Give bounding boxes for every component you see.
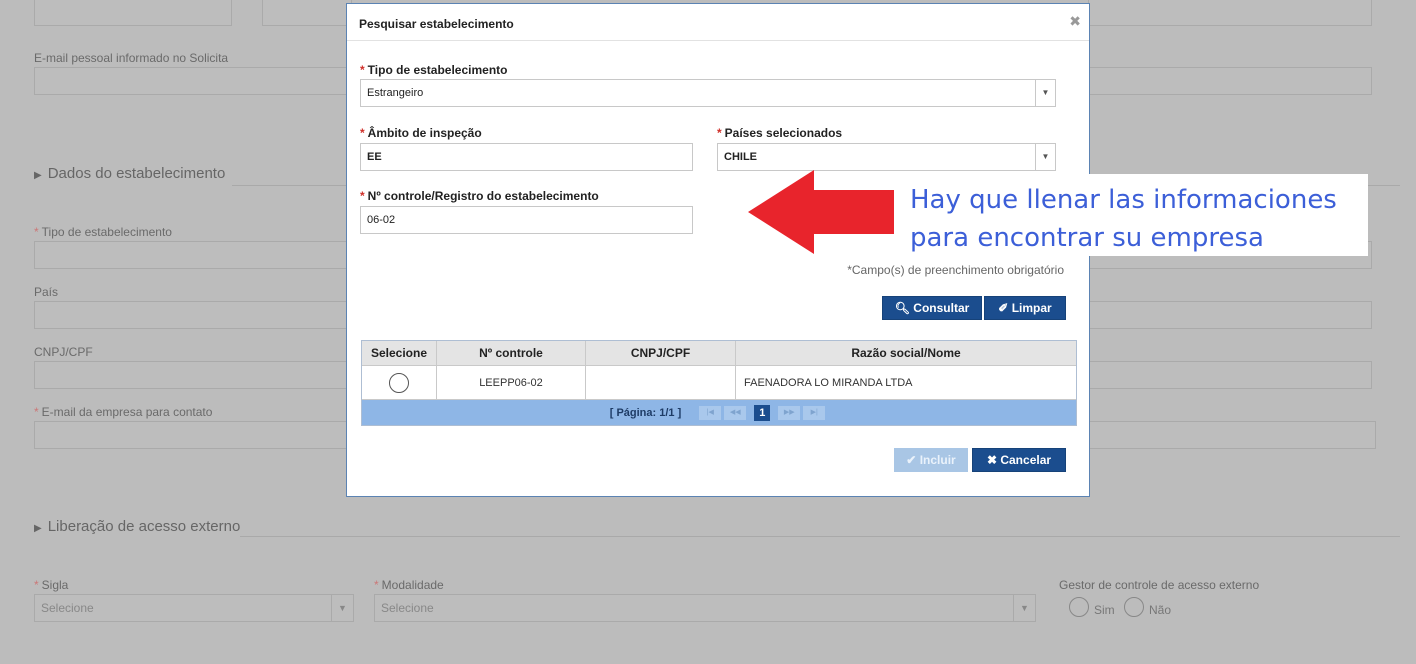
- ambito-value: EE: [367, 151, 382, 163]
- tipo-label-text: Tipo de estabelecimento: [367, 63, 508, 77]
- limpar-button[interactable]: ✐ Limpar: [984, 296, 1066, 320]
- bg-field-right-1: [1088, 67, 1372, 95]
- consultar-label: Consultar: [913, 301, 970, 315]
- caret-right-icon: ▶: [34, 170, 42, 181]
- bg-pais-label: País: [34, 285, 59, 299]
- bg-field-top-2: [262, 0, 352, 26]
- paises-value: CHILE: [724, 151, 757, 163]
- chevron-down-icon: ▼: [1035, 80, 1055, 106]
- cancelar-label: Cancelar: [1000, 453, 1052, 467]
- bg-modalidade-select[interactable]: Selecione ▼: [374, 594, 1036, 622]
- header-controle[interactable]: Nº controle: [437, 341, 586, 365]
- bg-email-pessoal-label: E-mail pessoal informado no Solicita: [34, 51, 229, 65]
- controle-value: 06-02: [367, 214, 396, 226]
- tipo-select[interactable]: Estrangeiro ▼: [360, 79, 1056, 107]
- chevron-down-icon: ▼: [1035, 144, 1055, 170]
- controle-label-text: Nº controle/Registro do estabelecimento: [367, 189, 599, 203]
- bg-section-dados-label: Dados do estabelecimento: [47, 165, 226, 182]
- controle-label: * Nº controle/Registro do estabelecimento: [360, 189, 599, 203]
- header-razao[interactable]: Razão social/Nome: [736, 341, 1076, 365]
- bg-field-right-4: [1088, 361, 1372, 389]
- header-selecione[interactable]: Selecione: [362, 341, 437, 365]
- bg-modalidade-value: Selecione: [381, 601, 434, 615]
- bg-tipo-field: [34, 241, 354, 269]
- bg-sigla-label-text: Sigla: [41, 578, 69, 592]
- tipo-value: Estrangeiro: [367, 87, 424, 99]
- bg-modalidade-label: * Modalidade: [374, 578, 444, 592]
- bg-radio-sim-label: Sim: [1094, 603, 1115, 617]
- bg-cnpj-field: [34, 361, 354, 389]
- bg-section-liberacao-label: Liberação de acesso externo: [47, 518, 241, 535]
- controle-input[interactable]: 06-02: [360, 206, 693, 234]
- close-icon: ✖: [986, 453, 997, 467]
- bg-email-empresa-label-text: E-mail da empresa para contato: [41, 405, 213, 419]
- last-page-icon[interactable]: ▶|: [803, 405, 826, 420]
- current-page[interactable]: 1: [754, 404, 771, 421]
- tipo-label: * Tipo de estabelecimento: [360, 63, 508, 77]
- chevron-down-icon: ▼: [331, 595, 353, 621]
- cancelar-button[interactable]: ✖ Cancelar: [972, 448, 1066, 472]
- check-icon: ✔: [906, 453, 917, 467]
- incluir-button[interactable]: ✔ Incluir: [894, 448, 968, 472]
- ambito-field[interactable]: EE: [360, 143, 693, 171]
- bg-email-pessoal-field: [34, 67, 354, 95]
- bg-field-right-3: [1088, 301, 1372, 329]
- bg-radio-nao-label: Não: [1149, 603, 1172, 617]
- row-razao: FAENADORA LO MIRANDA LTDA: [744, 376, 913, 389]
- bg-field-top-3: [1088, 0, 1372, 26]
- modal-title: Pesquisar estabelecimento: [359, 17, 514, 31]
- bg-modalidade-label-text: Modalidade: [381, 578, 444, 592]
- limpar-label: Limpar: [1011, 301, 1052, 315]
- chevron-down-icon: ▼: [1013, 595, 1035, 621]
- bg-gestor-label: Gestor de controle de acesso externo: [1059, 578, 1260, 592]
- bg-email-empresa-label: * E-mail da empresa para contato: [34, 405, 213, 419]
- row-select-radio[interactable]: [389, 372, 409, 393]
- next-page-icon[interactable]: ▶▶: [778, 405, 801, 420]
- results-table: Selecione Nº controle CNPJ/CPF Razão soc…: [361, 340, 1077, 426]
- bg-tipo-label: * Tipo de estabelecimento: [34, 225, 172, 239]
- row-controle: LEEPP06-02: [437, 366, 586, 399]
- ambito-label-text: Âmbito de inspeção: [367, 126, 482, 140]
- bg-cnpj-label: CNPJ/CPF: [34, 345, 93, 359]
- bg-sigla-value: Selecione: [41, 601, 94, 615]
- modal-divider: [347, 40, 1089, 41]
- paises-select[interactable]: CHILE ▼: [717, 143, 1056, 171]
- pager-text: [ Página: 1/1 ]: [609, 406, 682, 419]
- bg-radio-sim[interactable]: [1069, 597, 1089, 617]
- bg-section-liberacao: ▶ Liberação de acesso externo: [34, 518, 240, 535]
- bg-section-dados: ▶ Dados do estabelecimento: [34, 165, 225, 182]
- paises-label: * Países selecionados: [717, 126, 843, 140]
- pager: [ Página: 1/1 ] |◀ ◀◀ 1 ▶▶ ▶|: [362, 400, 1076, 425]
- incluir-label: Incluir: [919, 453, 956, 467]
- bg-email-empresa-field: [34, 421, 354, 449]
- table-header: Selecione Nº controle CNPJ/CPF Razão soc…: [362, 341, 1076, 366]
- row-cnpj: [586, 366, 736, 399]
- bg-radio-nao[interactable]: [1124, 597, 1144, 617]
- search-icon: 🔍︎: [894, 301, 910, 315]
- paises-label-text: Países selecionados: [724, 126, 843, 140]
- bg-rule-1: [232, 185, 346, 186]
- close-icon[interactable]: ✖: [1069, 13, 1081, 30]
- header-cnpj[interactable]: CNPJ/CPF: [586, 341, 736, 365]
- annotation-line-1: Hay que llenar las informaciones: [910, 185, 1337, 215]
- required-fields-note: *Campo(s) de preenchimento obrigatório: [847, 263, 1064, 277]
- table-row[interactable]: LEEPP06-02 FAENADORA LO MIRANDA LTDA: [362, 366, 1076, 400]
- bg-field-top-1: [34, 0, 232, 26]
- prev-page-icon[interactable]: ◀◀: [724, 405, 747, 420]
- eraser-icon: ✐: [998, 301, 1009, 315]
- annotation-line-2: para encontrar su empresa: [910, 223, 1264, 253]
- row-select-cell: [362, 366, 437, 399]
- bg-sigla-label: * Sigla: [34, 578, 69, 592]
- first-page-icon[interactable]: |◀: [699, 405, 722, 420]
- red-arrow-annotation: [748, 170, 896, 254]
- bg-rule-3: [240, 536, 1400, 537]
- bg-sigla-select[interactable]: Selecione ▼: [34, 594, 354, 622]
- bg-tipo-label-text: Tipo de estabelecimento: [41, 225, 172, 239]
- consultar-button[interactable]: 🔍︎ Consultar: [882, 296, 982, 320]
- caret-right-icon: ▶: [34, 523, 42, 534]
- ambito-label: * Âmbito de inspeção: [360, 126, 482, 140]
- annotation-callout: Hay que llenar las informaciones para en…: [894, 174, 1368, 256]
- bg-field-right-5: [1088, 421, 1376, 449]
- bg-pais-field: [34, 301, 354, 329]
